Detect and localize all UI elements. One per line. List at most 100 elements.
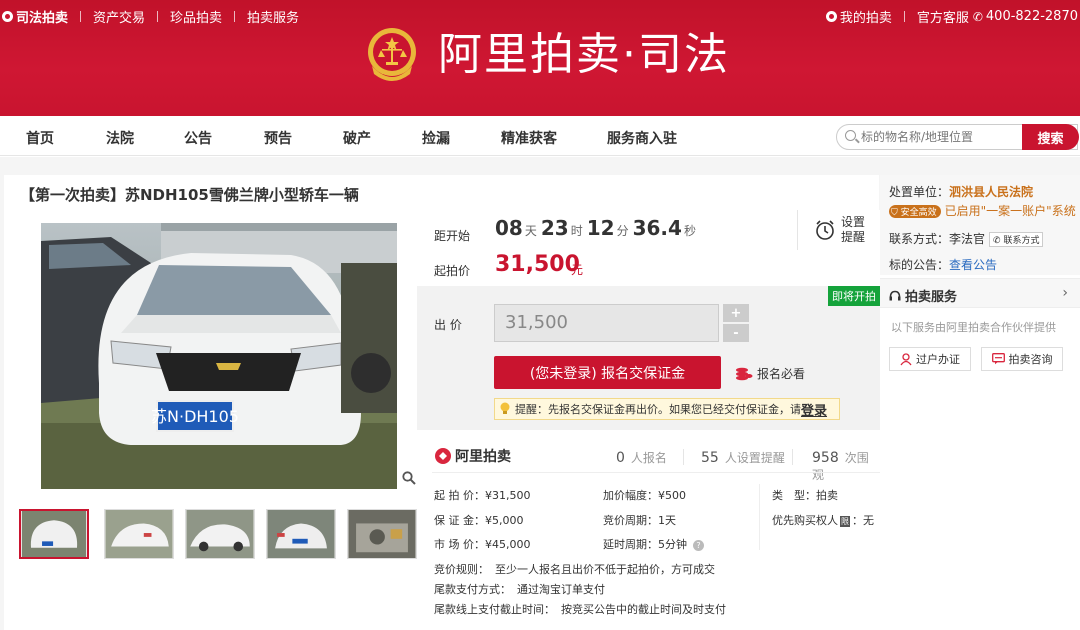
detail-delay: 延时周期：5分钟?: [603, 536, 704, 552]
nav-item-precise[interactable]: 精准获客: [501, 128, 557, 148]
contact-label: 联系方式：: [889, 232, 950, 246]
detail-key: 类 型：: [772, 489, 816, 502]
service-phone: 400-822-2870: [985, 9, 1078, 24]
contact-button[interactable]: ✆ 联系方式: [989, 232, 1044, 247]
rule-key: 尾款线上支付截止时间：: [434, 603, 555, 616]
nav-item-bargain[interactable]: 捡漏: [422, 128, 450, 148]
bid-amount-input[interactable]: 31,500: [494, 304, 719, 342]
divider: [234, 11, 236, 22]
detail-key: 延时周期：: [603, 538, 658, 551]
status-badge: 即将开拍: [828, 286, 880, 306]
reminder-line-1: 设置: [841, 215, 866, 229]
set-reminder-button[interactable]: 设置 提醒: [841, 215, 865, 245]
shield-icon: ⛉: [891, 208, 898, 218]
search-input[interactable]: [861, 128, 1019, 146]
search-icon: [845, 130, 856, 141]
topbar-link-services[interactable]: 拍卖服务: [247, 7, 299, 26]
safe-system-text[interactable]: 已启用"一案一账户"系统: [945, 204, 1076, 218]
bid-decrease-button[interactable]: -: [723, 324, 749, 342]
thumbnail-5[interactable]: [347, 509, 417, 559]
signup-label: 人报名: [630, 451, 667, 465]
bid-stepper: + -: [723, 304, 749, 342]
lightbulb-icon: [500, 402, 510, 414]
ali-auction-icon: [435, 448, 451, 464]
nav-item-bankruptcy[interactable]: 破产: [343, 128, 371, 148]
register-deposit-button[interactable]: (您未登录) 报名交保证金: [494, 356, 721, 389]
bid-label: 出 价: [434, 318, 462, 332]
thumbnail-2[interactable]: [104, 509, 174, 559]
auction-service-header[interactable]: 拍卖服务 ›: [880, 278, 1080, 308]
thumbnail-4[interactable]: [266, 509, 336, 559]
detail-value: ¥500: [658, 489, 686, 502]
rule-payment-method: 尾款支付方式： 通过淘宝订单支付: [434, 581, 605, 597]
transfer-service-button[interactable]: 过户办证: [889, 347, 971, 371]
detail-value: 5分钟: [658, 538, 687, 551]
countdown-minutes-unit: 分: [616, 224, 629, 238]
thumbnail-1[interactable]: [19, 509, 89, 559]
person-icon: [900, 352, 912, 365]
zoom-icon[interactable]: [402, 471, 416, 485]
must-read-link[interactable]: 报名必看: [735, 365, 805, 382]
main-image-area: 苏N·DH105: [19, 223, 424, 489]
detail-value: ¥31,500: [485, 489, 531, 502]
phone-icon: ✆: [993, 236, 1004, 246]
court-name[interactable]: 泗洪县人民法院: [949, 185, 1033, 199]
reminder-label: 人设置提醒: [724, 451, 785, 465]
my-auction-link[interactable]: 我的拍卖: [840, 7, 892, 26]
must-read-label: 报名必看: [757, 367, 806, 381]
topbar-brand-link[interactable]: 司法拍卖: [2, 7, 68, 26]
notice-row: 标的公告：查看公告: [889, 256, 997, 273]
service-title: 拍卖服务: [889, 286, 957, 305]
topbar-link-treasures[interactable]: 珍品拍卖: [170, 7, 222, 26]
safe-system-row: ⛉ 安全高效已启用"一案一账户"系统 ⌄: [889, 202, 1080, 219]
customer-service-link[interactable]: 官方客服: [917, 7, 969, 26]
nav-item-preview[interactable]: 预告: [264, 128, 292, 148]
phone-icon: ✆: [972, 9, 983, 24]
consult-service-button[interactable]: 拍卖咨询: [981, 347, 1063, 371]
search-button[interactable]: 搜索: [1022, 124, 1079, 150]
priority-badge: 限: [840, 515, 850, 527]
bid-panel: 即将开拍 出 价 31,500 + - (您未登录) 报名交保证金 报名必看 提…: [417, 286, 880, 430]
reminder-line-2: 提醒: [841, 230, 866, 244]
countdown-label: 距开始: [434, 229, 471, 243]
nav-item-court[interactable]: 法院: [106, 128, 134, 148]
chevron-right-icon[interactable]: ›: [1062, 285, 1068, 301]
safe-badge-label: 安全高效: [900, 208, 937, 218]
consult-service-label: 拍卖咨询: [1008, 353, 1053, 366]
item-title: 【第一次拍卖】苏NDH105雪佛兰牌小型轿车一辆: [20, 186, 359, 204]
site-title: 阿里拍卖·司法: [438, 29, 730, 80]
chat-icon: [991, 353, 1005, 365]
divider: [759, 484, 760, 550]
bid-increase-button[interactable]: +: [723, 304, 749, 322]
detail-key: 保 证 金：: [434, 514, 485, 527]
coins-icon: [736, 367, 753, 380]
detail-value: ¥45,000: [485, 538, 531, 551]
alarm-clock-icon[interactable]: [814, 219, 836, 241]
safe-badge: ⛉ 安全高效: [889, 205, 941, 218]
site-logo[interactable]: 阿里拍卖·司法: [366, 26, 730, 84]
nav-item-home[interactable]: 首页: [26, 128, 54, 148]
detail-key: 竞价周期：: [603, 514, 658, 527]
login-link[interactable]: 登录: [801, 400, 827, 419]
divider: [792, 449, 793, 465]
view-notice-link[interactable]: 查看公告: [949, 258, 997, 272]
nav-item-notice[interactable]: 公告: [184, 128, 212, 148]
reminder-count: 55 人设置提醒: [701, 449, 785, 466]
detail-increment: 加价幅度：¥500: [603, 487, 686, 503]
detail-value: 拍卖: [816, 489, 838, 502]
divider: [903, 11, 905, 22]
thumbnail-3[interactable]: [185, 509, 255, 559]
chevron-down-icon[interactable]: ⌄: [1076, 204, 1080, 218]
divider: [683, 449, 684, 465]
help-icon[interactable]: ?: [693, 539, 704, 551]
detail-value: ：无: [852, 514, 874, 527]
divider: [432, 472, 880, 473]
divider: [80, 11, 82, 22]
topbar-link-assets[interactable]: 资产交易: [93, 7, 145, 26]
nav-item-partner[interactable]: 服务商入驻: [607, 128, 677, 148]
top-banner: 司法拍卖 资产交易 珍品拍卖 拍卖服务 我的拍卖 官方客服 ✆ 400-822-…: [0, 0, 1080, 116]
court-emblem-icon: [368, 28, 416, 81]
car-photo[interactable]: 苏N·DH105: [41, 223, 397, 489]
contact-row: 联系方式：李法官 ✆ 联系方式: [889, 230, 1044, 247]
court-sidebar: 处置单位：泗洪县人民法院 ⛉ 安全高效已启用"一案一账户"系统 ⌄ 联系方式：李…: [880, 175, 1080, 630]
